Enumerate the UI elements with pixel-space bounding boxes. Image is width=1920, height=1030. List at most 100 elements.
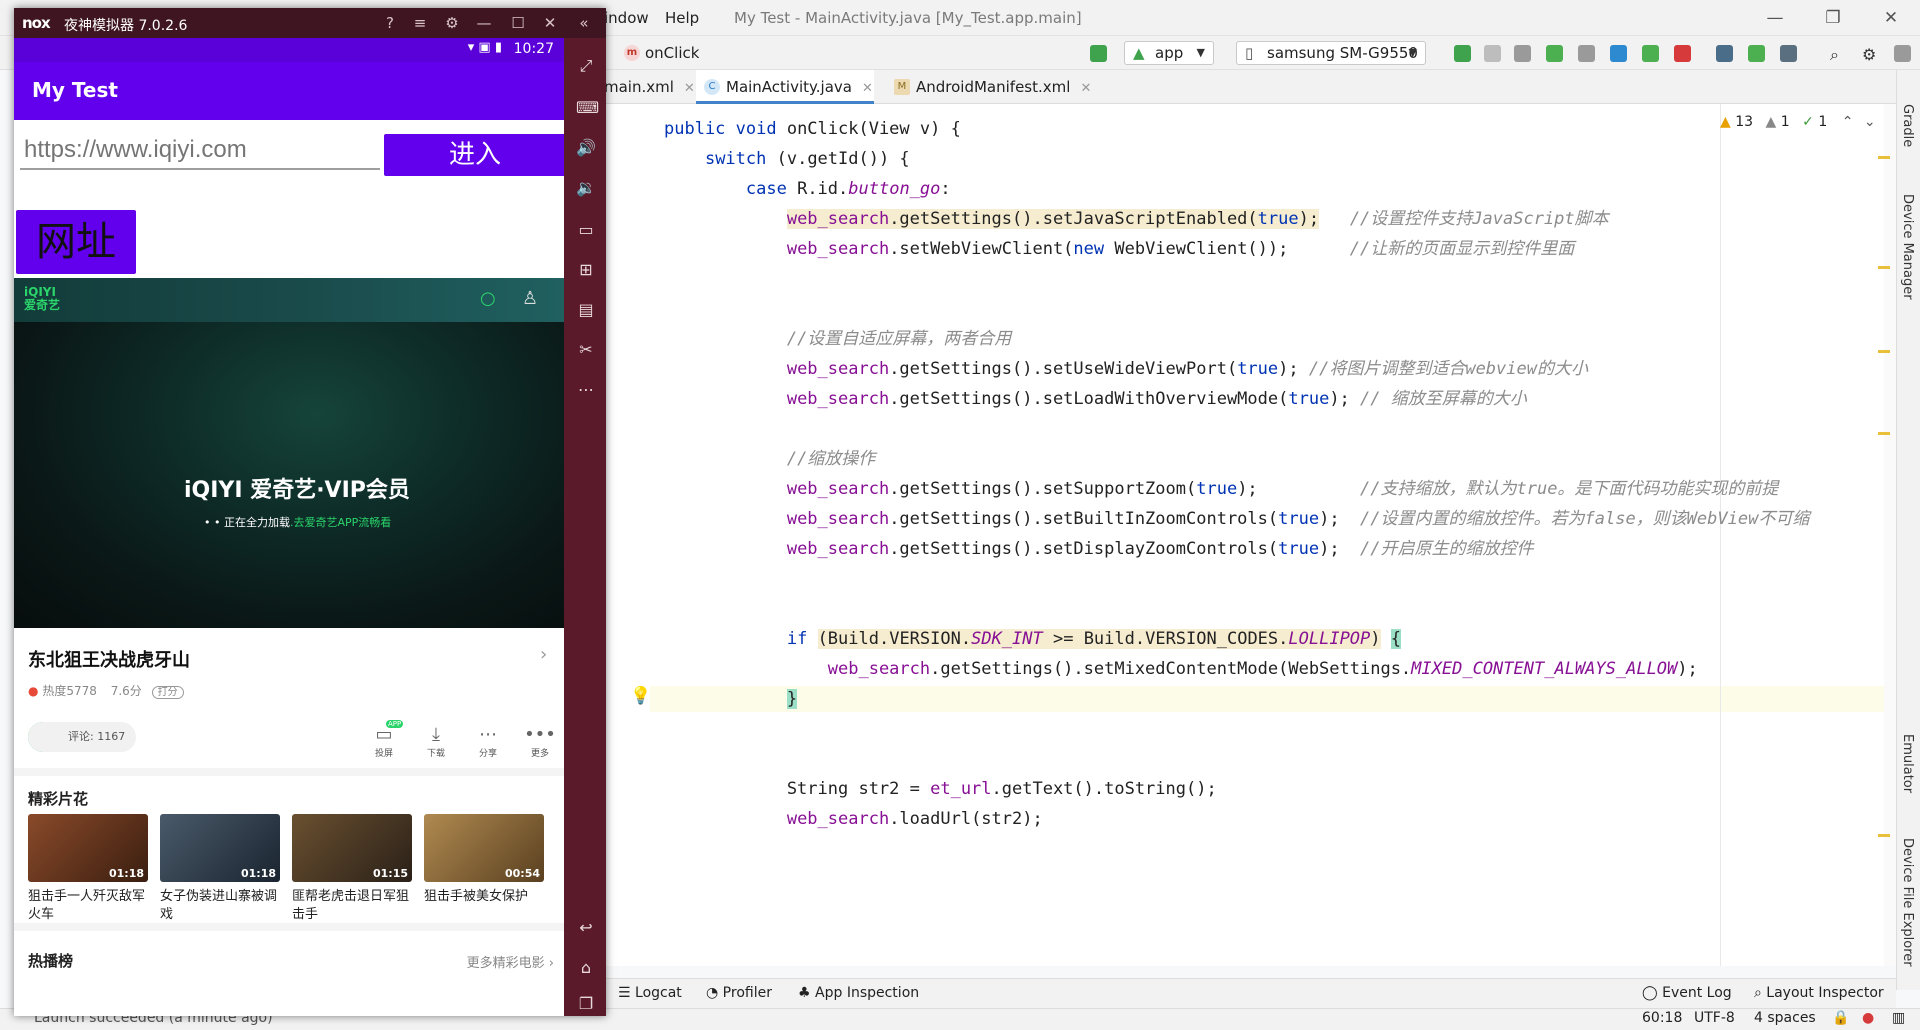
divider xyxy=(14,768,564,776)
code-line: web_search.loadUrl(str2); xyxy=(786,809,1043,829)
maximize-icon[interactable]: ☐ xyxy=(508,13,528,33)
clip-caption[interactable]: 狙击手被美女保护 xyxy=(424,888,546,906)
sdk-manager-icon[interactable] xyxy=(1780,45,1797,62)
emulator-titlebar[interactable]: nox 夜神模拟器 7.0.2.6 ? ≡ ⚙ — ☐ ✕ « xyxy=(14,8,606,38)
tool-logcat[interactable]: ☰ Logcat xyxy=(618,985,682,1001)
profile-icon[interactable] xyxy=(1610,45,1627,62)
close-icon[interactable]: ✕ xyxy=(1080,81,1091,96)
home-icon[interactable]: ⌂ xyxy=(576,958,596,978)
recents-icon[interactable]: ❐ xyxy=(576,994,596,1014)
build-hammer-icon[interactable] xyxy=(1090,45,1107,62)
fullscreen-icon[interactable]: ⤢ xyxy=(576,56,596,76)
tool-device-file-explorer[interactable]: Device File Explorer xyxy=(1900,838,1915,967)
tab-label: MainActivity.java xyxy=(726,78,852,96)
share-button[interactable]: ⋯ 分享 xyxy=(468,724,508,759)
close-icon[interactable]: ✕ xyxy=(1876,6,1906,30)
more-icon[interactable]: ⋯ xyxy=(576,380,596,400)
iqiyi-logo[interactable]: iQIYI 爱奇艺 xyxy=(24,286,60,312)
clip-thumbnail[interactable]: 01:18 xyxy=(28,814,148,882)
url-button[interactable]: 网址 xyxy=(16,210,136,274)
clock: 10:27 xyxy=(513,41,554,57)
search-icon[interactable]: ○ xyxy=(480,288,496,309)
close-icon[interactable]: ✕ xyxy=(862,81,873,96)
tab-mainactivity-java[interactable]: C MainActivity.java ✕ xyxy=(696,70,874,104)
scissors-icon[interactable]: ✂ xyxy=(576,340,596,360)
user-icon[interactable]: ♙ xyxy=(522,288,538,309)
rate-button[interactable]: 打分 xyxy=(151,686,184,699)
memory-icon[interactable]: ▥ xyxy=(1892,1010,1905,1026)
caret-position[interactable]: 60:18 xyxy=(1642,1010,1682,1026)
more-button[interactable]: ••• 更多 xyxy=(520,724,560,759)
open-app-link[interactable]: .去爱奇艺APP流畅看 xyxy=(290,516,391,529)
clip-thumbnail[interactable]: 01:18 xyxy=(160,814,280,882)
clip-thumbnail[interactable]: 01:15 xyxy=(292,814,412,882)
rerun-icon[interactable] xyxy=(1454,45,1471,62)
debug-icon[interactable] xyxy=(1546,45,1563,62)
tool-emulator[interactable]: Emulator xyxy=(1900,734,1915,793)
chevron-up-icon[interactable]: ⌃ xyxy=(1842,114,1854,130)
sync-gradle-icon[interactable] xyxy=(1716,45,1733,62)
indent-setting[interactable]: 4 spaces xyxy=(1754,1010,1816,1026)
clip-thumbnail[interactable]: 00:54 xyxy=(424,814,544,882)
more-movies-link[interactable]: 更多精彩电影 › xyxy=(467,952,554,971)
menu-icon[interactable]: ≡ xyxy=(410,13,430,33)
collapse-icon[interactable]: « xyxy=(574,13,594,33)
comments-pill[interactable]: 评论: 1167 xyxy=(28,722,136,752)
breadcrumb[interactable]: onClick xyxy=(645,44,699,62)
device-manager-icon[interactable] xyxy=(1748,45,1765,62)
coverage-icon[interactable] xyxy=(1578,45,1595,62)
gear-icon[interactable]: ⚙ xyxy=(442,13,462,33)
clip-caption[interactable]: 女子伪装进山寨被调戏 xyxy=(160,888,282,924)
wifi-icon: ▾ ▣ ▮ xyxy=(467,40,502,55)
gear-icon[interactable]: ⚙ xyxy=(1862,45,1879,64)
chevron-down-icon[interactable]: ⌄ xyxy=(1864,114,1876,130)
screen-icon[interactable]: ▭ xyxy=(576,220,596,240)
apply-changes-icon[interactable] xyxy=(1484,45,1501,62)
run-config-select[interactable]: ▲ app ▼ xyxy=(1124,41,1214,65)
volume-down-icon[interactable]: 🔉 xyxy=(576,178,596,198)
minimize-icon[interactable]: — xyxy=(1760,6,1790,30)
lock-icon[interactable]: 🔒 xyxy=(1832,1010,1849,1026)
app-title: My Test xyxy=(32,78,118,102)
menu-help[interactable]: Help xyxy=(665,9,699,27)
download-button[interactable]: ⤓ 下载 xyxy=(416,724,456,759)
multi-instance-icon[interactable]: ▤ xyxy=(576,300,596,320)
lightbulb-icon[interactable]: 💡 xyxy=(630,686,651,706)
tool-profiler[interactable]: ◔ Profiler xyxy=(706,985,772,1001)
account-icon[interactable] xyxy=(1894,45,1911,62)
clip-caption[interactable]: 狙击手一人歼灭敌军火车 xyxy=(28,888,150,924)
close-icon[interactable]: ✕ xyxy=(540,13,560,33)
volume-up-icon[interactable]: 🔊 xyxy=(576,138,596,158)
restore-icon[interactable]: ❐ xyxy=(1818,6,1848,30)
keyboard-icon[interactable]: ⌨ xyxy=(576,98,599,118)
stop-icon[interactable] xyxy=(1674,45,1691,62)
inspection-widget[interactable]: ▲ 13 ▲ 1 ✓ 1 ⌃ ⌄ xyxy=(1720,114,1876,134)
tab-androidmanifest[interactable]: M AndroidManifest.xml ✕ xyxy=(886,70,1096,104)
clip-caption[interactable]: 匪帮老虎击退日军狙击手 xyxy=(292,888,414,924)
close-icon[interactable]: ✕ xyxy=(684,81,695,96)
url-input[interactable] xyxy=(20,132,380,170)
tool-app-inspection[interactable]: ♣ App Inspection xyxy=(798,985,919,1001)
chevron-down-icon: ▼ xyxy=(1408,46,1417,59)
tool-layout-inspector[interactable]: ⌕ Layout Inspector xyxy=(1754,985,1884,1001)
tool-event-log[interactable]: ◯ Event Log xyxy=(1642,985,1732,1001)
search-icon[interactable]: ⌕ xyxy=(1830,45,1847,64)
tool-device-manager[interactable]: Device Manager xyxy=(1900,194,1915,300)
menu-window[interactable]: indow xyxy=(604,9,649,27)
apply-code-icon[interactable] xyxy=(1514,45,1531,62)
device-select[interactable]: ▯ samsung SM-G9550 ▼ xyxy=(1236,41,1426,65)
cast-button[interactable]: ▭ 投屏 APP xyxy=(364,720,404,759)
minimize-icon[interactable]: — xyxy=(474,13,494,33)
tab-label: AndroidManifest.xml xyxy=(916,78,1071,96)
code-editor[interactable] xyxy=(600,104,1900,966)
attach-debugger-icon[interactable] xyxy=(1642,45,1659,62)
tool-gradle[interactable]: Gradle xyxy=(1900,104,1915,147)
help-icon[interactable]: ? xyxy=(380,13,400,33)
go-button[interactable]: 进入 xyxy=(384,134,564,176)
install-apk-icon[interactable]: ⊞ xyxy=(576,260,596,280)
error-icon[interactable]: ● xyxy=(1862,1010,1874,1026)
tab-main-xml[interactable]: main.xml ✕ xyxy=(600,70,695,104)
back-icon[interactable]: ↩ xyxy=(576,918,596,938)
file-encoding[interactable]: UTF-8 xyxy=(1694,1010,1735,1026)
chevron-right-icon[interactable]: › xyxy=(540,644,547,665)
